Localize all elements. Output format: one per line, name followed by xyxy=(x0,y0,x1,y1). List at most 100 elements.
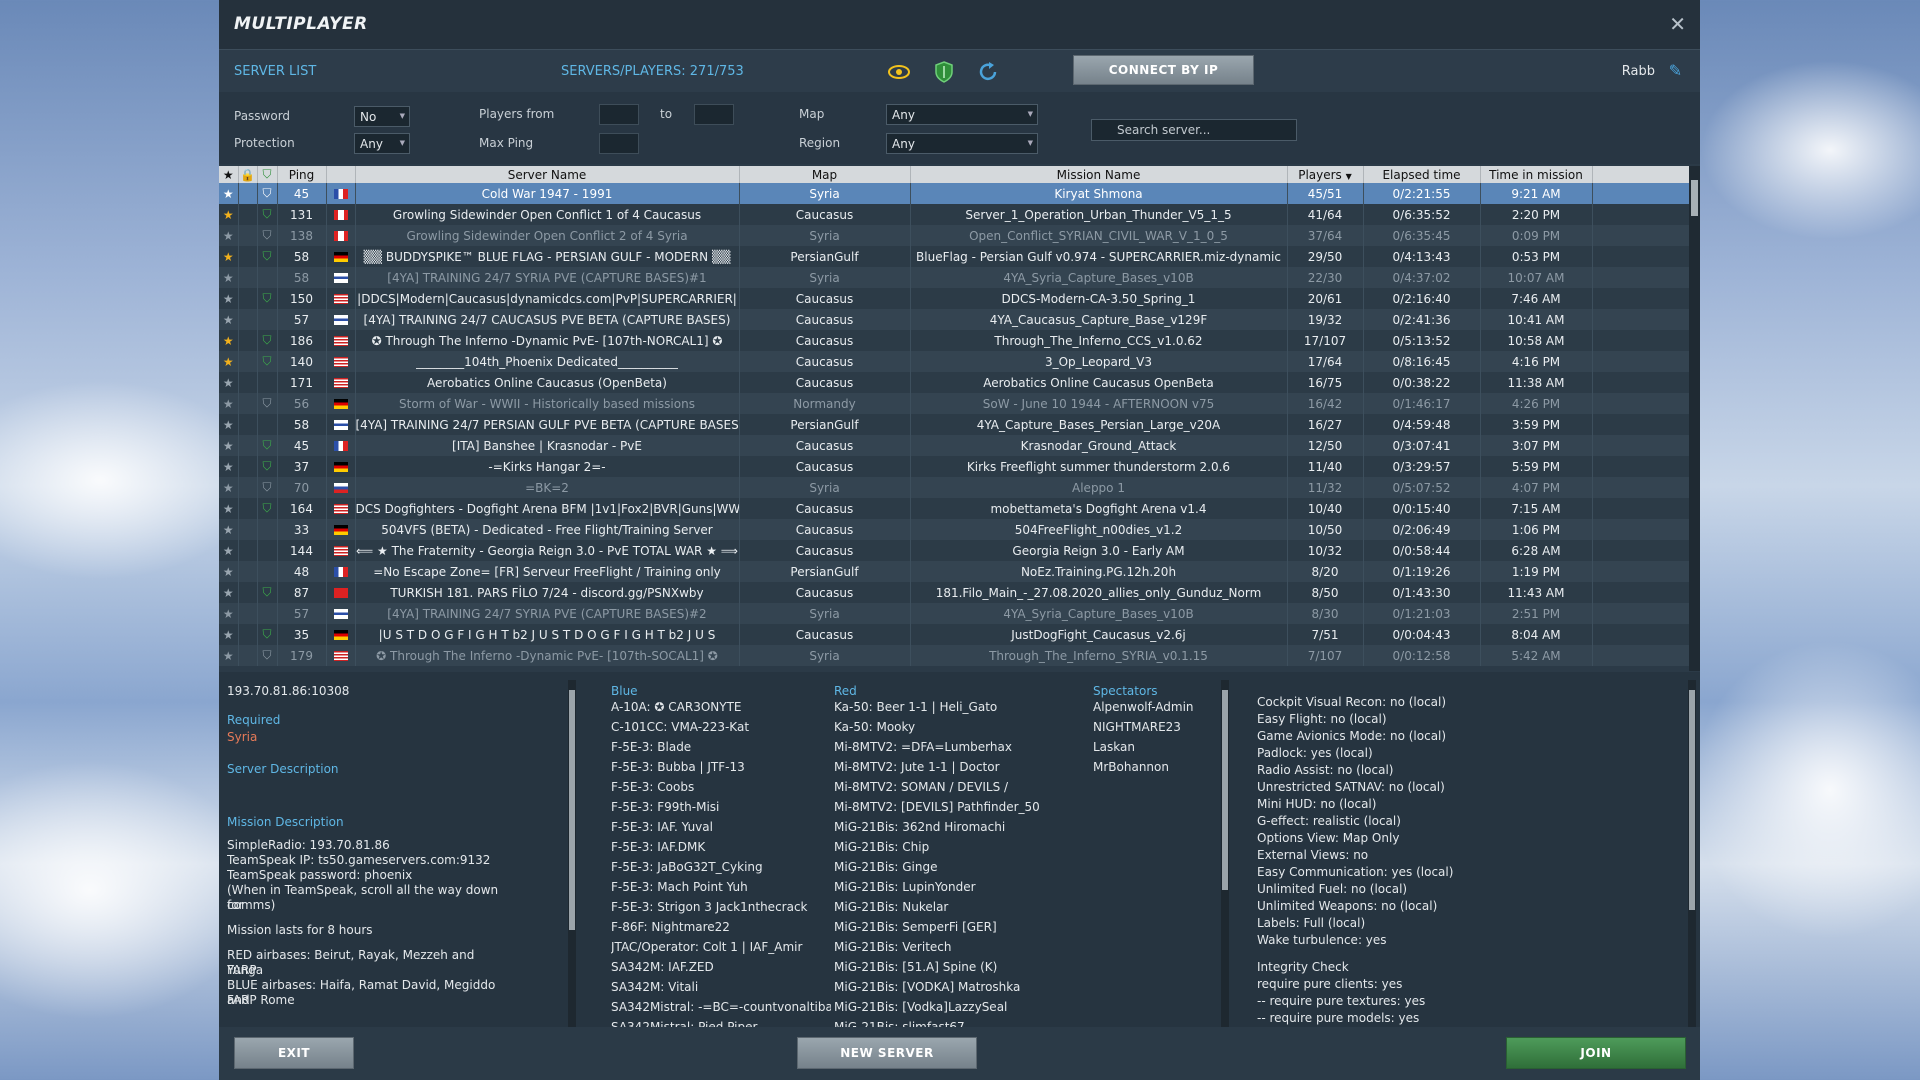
table-row[interactable]: ★ ⛉ 58 ▒▒ BUDDYSPIKE™ BLUE FLAG - PERSIAN G… xyxy=(219,246,1689,267)
search-input[interactable]: Search server... xyxy=(1091,119,1297,141)
table-row[interactable]: ★ ⛉ 138 Growling Sidewinder Open Conflict 2… xyxy=(219,225,1689,246)
table-row[interactable]: ★ ⛉ 179 ✪ Through The Inferno -Dynamic PvE-… xyxy=(219,645,1689,666)
table-row[interactable]: ★ ⛉ 87 TURKISH 181. PARS FİLO 7/24 - discor… xyxy=(219,582,1689,603)
protection-select[interactable]: Any ▼ xyxy=(354,133,410,154)
map-select[interactable]: Any ▼ xyxy=(886,104,1038,125)
favorite-star-icon[interactable]: ★ xyxy=(219,351,239,372)
favorite-star-icon[interactable]: ★ xyxy=(219,204,239,225)
favorite-star-icon[interactable]: ★ xyxy=(219,519,239,540)
table-row[interactable]: ★ 57 [4YA] TRAINING 24/7 SYRIA PVE (CAPTUR… xyxy=(219,603,1689,624)
country-flag-icon xyxy=(333,588,348,598)
mission-name-column-header[interactable]: Mission Name xyxy=(910,166,1288,183)
blue-player-item: F-5E-3: Coobs xyxy=(611,780,695,794)
favorite-star-icon[interactable]: ★ xyxy=(219,246,239,267)
favorite-star-icon[interactable]: ★ xyxy=(219,309,239,330)
table-row[interactable]: ★ 58 [4YA] TRAINING 24/7 PERSIAN GULF PVE … xyxy=(219,414,1689,435)
lock-icon xyxy=(238,561,258,582)
table-row[interactable]: ★ 33 504VFS (BETA) - Dedicated - Free Flig… xyxy=(219,519,1689,540)
favorite-star-icon[interactable]: ★ xyxy=(219,561,239,582)
table-row[interactable]: ★ ⛉ 45 [ITA] Banshee | Krasnodar - PvE Cauca… xyxy=(219,435,1689,456)
scrollbar-thumb[interactable] xyxy=(1222,690,1228,890)
table-row[interactable]: ★ ⛉ 35 |U S T D O G F I G H T b2 J U S T D … xyxy=(219,624,1689,645)
table-row[interactable]: ★ ⛉ 164 DCS Dogfighters - Dogfight Arena BF… xyxy=(219,498,1689,519)
favorite-star-icon[interactable]: ★ xyxy=(219,603,239,624)
country-flag-icon xyxy=(333,546,348,556)
options-scrollbar[interactable] xyxy=(1688,680,1696,1030)
time-in-mission-column-header[interactable]: Time in mission xyxy=(1480,166,1593,183)
table-row[interactable]: ★ 57 [4YA] TRAINING 24/7 CAUCASUS PVE BETA… xyxy=(219,309,1689,330)
elapsed-time-column-header[interactable]: Elapsed time xyxy=(1363,166,1481,183)
table-row[interactable]: ★ ⛉ 45 Cold War 1947 - 1991 Syria Kiryat Shmo… xyxy=(219,183,1689,204)
elapsed-time-cell: 0/0:38:22 xyxy=(1363,372,1481,393)
favorite-star-icon[interactable]: ★ xyxy=(219,267,239,288)
description-scrollbar[interactable] xyxy=(568,680,576,1030)
scrollbar-thumb[interactable] xyxy=(1691,180,1698,216)
server-option-item: Options View: Map Only xyxy=(1257,831,1400,845)
server-name-cell: =BK=2 xyxy=(355,477,740,498)
lock-icon xyxy=(238,435,258,456)
favorite-star-icon[interactable]: ★ xyxy=(219,288,239,309)
connect-by-ip-button[interactable]: CONNECT BY IP xyxy=(1073,55,1254,85)
mission-name-cell: SoW - June 10 1944 - AFTERNOON v75 xyxy=(910,393,1288,414)
server-name-column-header[interactable]: Server Name xyxy=(355,166,740,183)
table-row[interactable]: ★ ⛉ 150 |DDCS|Modern|Caucasus|dynamicdcs.co… xyxy=(219,288,1689,309)
shield-icon[interactable] xyxy=(931,59,957,85)
favorite-star-icon[interactable]: ★ xyxy=(219,540,239,561)
table-row[interactable]: ★ ⛉ 140 ________104th_Phoenix Dedicated____… xyxy=(219,351,1689,372)
protection-column-header[interactable]: ⛉ xyxy=(257,166,278,183)
region-select[interactable]: Any ▼ xyxy=(886,133,1038,154)
new-server-button[interactable]: NEW SERVER xyxy=(797,1037,977,1069)
favorite-star-icon[interactable]: ★ xyxy=(219,372,239,393)
table-row[interactable]: ★ ⛉ 131 Growling Sidewinder Open Conflict 1… xyxy=(219,204,1689,225)
exit-button[interactable]: EXIT xyxy=(234,1037,354,1069)
map-column-header[interactable]: Map xyxy=(739,166,911,183)
refresh-icon[interactable] xyxy=(975,59,1001,85)
country-flag-icon xyxy=(333,462,348,472)
shield-icon: ⛉ xyxy=(257,498,278,519)
players-to-input[interactable] xyxy=(694,104,734,125)
mission-description-line: TeamSpeak IP: ts50.gameservers.com:9132 xyxy=(227,853,491,867)
favorite-star-icon[interactable]: ★ xyxy=(219,435,239,456)
close-icon[interactable]: ✕ xyxy=(1669,12,1686,36)
favorite-star-icon[interactable]: ★ xyxy=(219,498,239,519)
lock-column-header[interactable]: 🔒 xyxy=(238,166,258,183)
table-row[interactable]: ★ 144 ⟸ ★ The Fraternity - Georgia Reign 3… xyxy=(219,540,1689,561)
players-from-input[interactable] xyxy=(599,104,639,125)
scrollbar-thumb[interactable] xyxy=(1689,690,1695,910)
server-list-scrollbar[interactable] xyxy=(1689,166,1700,671)
favorite-star-icon[interactable]: ★ xyxy=(219,393,239,414)
table-row[interactable]: ★ ⛉ 56 Storm of War - WWII - Historically b… xyxy=(219,393,1689,414)
eye-icon[interactable] xyxy=(886,59,912,85)
ping-cell: 57 xyxy=(277,309,327,330)
favorite-star-icon[interactable]: ★ xyxy=(219,456,239,477)
table-row[interactable]: ★ ⛉ 70 =BK=2 Syria Aleppo 1 11/32 0/5:07:52 4:07… xyxy=(219,477,1689,498)
table-row[interactable]: ★ ⛉ 37 -=Kirks Hangar 2=- Caucasus Kirks Free… xyxy=(219,456,1689,477)
players-cell: 16/75 xyxy=(1287,372,1364,393)
favorite-star-icon[interactable]: ★ xyxy=(219,477,239,498)
favorite-star-icon[interactable]: ★ xyxy=(219,330,239,351)
password-select[interactable]: No ▼ xyxy=(354,106,410,127)
mission-description-line: Yunga xyxy=(227,963,264,977)
join-button[interactable]: JOIN xyxy=(1506,1037,1686,1069)
ping-column-header[interactable]: Ping xyxy=(277,166,327,183)
favorite-star-icon[interactable]: ★ xyxy=(219,645,239,666)
favorite-star-icon[interactable]: ★ xyxy=(219,582,239,603)
favorite-star-icon[interactable]: ★ xyxy=(219,624,239,645)
table-row[interactable]: ★ ⛉ 186 ✪ Through The Inferno -Dynamic PvE-… xyxy=(219,330,1689,351)
map-cell: Caucasus xyxy=(739,498,911,519)
favorite-star-icon[interactable]: ★ xyxy=(219,183,239,204)
table-row[interactable]: ★ 171 Aerobatics Online Caucasus (OpenBeta… xyxy=(219,372,1689,393)
server-option-item: Padlock: yes (local) xyxy=(1257,746,1373,760)
max-ping-input[interactable] xyxy=(599,133,639,154)
pencil-icon[interactable]: ✎ xyxy=(1669,61,1682,80)
players-column-header[interactable]: Players ▼ xyxy=(1287,166,1364,183)
scrollbar-thumb[interactable] xyxy=(569,690,575,930)
players-cell: 11/32 xyxy=(1287,477,1364,498)
favorite-star-icon[interactable]: ★ xyxy=(219,225,239,246)
table-row[interactable]: ★ 58 [4YA] TRAINING 24/7 SYRIA PVE (CAPTUR… xyxy=(219,267,1689,288)
table-row[interactable]: ★ 48 =No Escape Zone= [FR] Serveur FreeFli… xyxy=(219,561,1689,582)
favorite-column-header[interactable]: ★ xyxy=(219,166,239,183)
favorite-star-icon[interactable]: ★ xyxy=(219,414,239,435)
players-cell: 11/40 xyxy=(1287,456,1364,477)
players-scrollbar[interactable] xyxy=(1221,680,1229,1030)
